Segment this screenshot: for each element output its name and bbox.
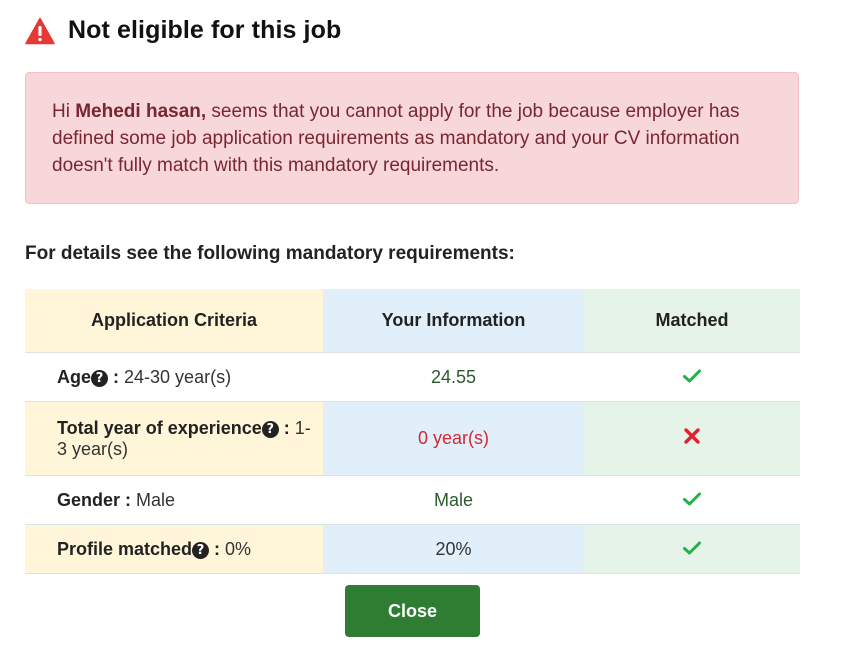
criteria-requirement: Male	[136, 489, 176, 510]
matched-cell	[584, 475, 800, 525]
criteria-separator: :	[278, 417, 295, 438]
close-button[interactable]: Close	[345, 585, 480, 637]
criteria-label: Profile matched	[57, 538, 193, 559]
criteria-separator: :	[120, 489, 137, 510]
your-info-cell: Male	[323, 475, 584, 525]
criteria-requirement: 24-30 year(s)	[124, 366, 232, 387]
ineligibility-alert: Hi Mehedi hasan, seems that you cannot a…	[25, 72, 799, 204]
criteria-separator: :	[108, 366, 125, 387]
alert-user-name: Mehedi hasan,	[75, 101, 207, 122]
criteria-cell: Total year of experience? : 1-3 year(s)	[25, 401, 323, 476]
criteria-label: Age	[57, 366, 92, 387]
your-info-cell: 24.55	[323, 352, 584, 402]
check-icon	[683, 367, 701, 387]
help-icon[interactable]: ?	[192, 541, 210, 559]
cross-icon	[683, 428, 701, 449]
requirements-heading: For details see the following mandatory …	[25, 243, 515, 264]
table-header-row: Application Criteria Your Information Ma…	[25, 289, 800, 353]
dialog-title: Not eligible for this job	[68, 16, 342, 44]
matched-cell	[584, 401, 800, 476]
your-info-cell: 20%	[323, 524, 584, 574]
table-row: Age? : 24-30 year(s) 24.55	[25, 352, 800, 402]
requirements-table: Application Criteria Your Information Ma…	[25, 289, 800, 574]
column-header-criteria: Application Criteria	[25, 289, 323, 353]
your-info-cell: 0 year(s)	[323, 401, 584, 476]
matched-cell	[584, 524, 800, 574]
criteria-requirement: 0%	[225, 538, 252, 559]
criteria-cell: Profile matched? : 0%	[25, 524, 323, 574]
matched-cell	[584, 352, 800, 402]
table-row: Total year of experience? : 1-3 year(s) …	[25, 401, 800, 476]
alert-greeting: Hi	[52, 101, 76, 122]
table-row: Gender : Male Male	[25, 475, 800, 525]
criteria-cell: Age? : 24-30 year(s)	[25, 352, 323, 402]
check-icon	[683, 539, 701, 559]
criteria-cell: Gender : Male	[25, 475, 323, 525]
check-icon	[683, 490, 701, 510]
column-header-your-information: Your Information	[323, 289, 584, 353]
warning-triangle-icon	[25, 17, 55, 45]
help-icon[interactable]: ?	[91, 369, 109, 387]
column-header-matched: Matched	[584, 289, 800, 353]
criteria-separator: :	[209, 538, 226, 559]
table-row: Profile matched? : 0% 20%	[25, 524, 800, 574]
help-icon[interactable]: ?	[261, 420, 279, 438]
dialog-header: Not eligible for this job	[25, 16, 341, 45]
criteria-label: Total year of experience	[57, 417, 262, 438]
criteria-label: Gender	[57, 489, 121, 510]
